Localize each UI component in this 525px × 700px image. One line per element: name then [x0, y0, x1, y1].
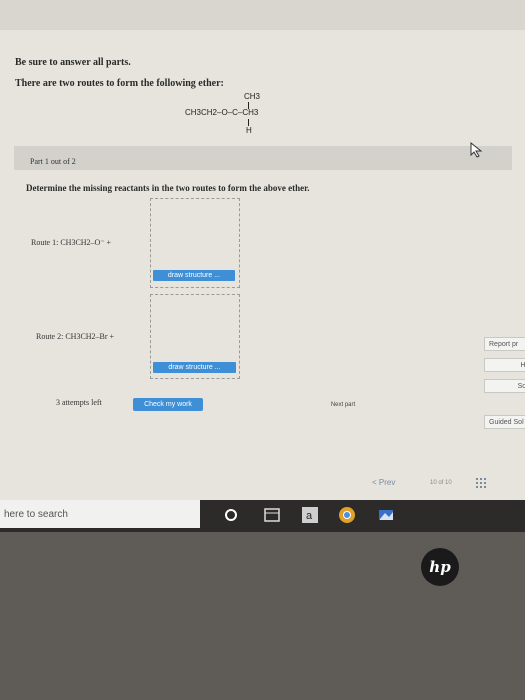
route2-draw-structure-button[interactable]: draw structure ...: [153, 362, 236, 373]
task-view-icon[interactable]: [263, 506, 281, 524]
page-count: 10 of 10: [430, 480, 452, 486]
check-my-work-button[interactable]: Check my work: [133, 398, 203, 411]
structure-main-chain: CH3CH2–O–C–CH3: [185, 108, 259, 117]
chrome-icon[interactable]: [338, 506, 356, 524]
mouse-cursor-icon: [470, 142, 483, 158]
header-bar: [0, 0, 525, 30]
solution-button[interactable]: Solutio: [484, 379, 525, 393]
question-text: Determine the missing reactants in the t…: [26, 183, 310, 193]
instruction-two-routes: There are two routes to form the followi…: [15, 78, 224, 89]
hp-logo: hp: [421, 548, 459, 586]
hint-button[interactable]: Hint: [484, 358, 525, 372]
amazon-icon[interactable]: a: [301, 506, 319, 524]
next-part-button[interactable]: Next part: [308, 399, 378, 411]
report-problem-button[interactable]: Report pr: [484, 337, 525, 351]
route2-label: Route 2: CH3CH2–Br +: [36, 332, 115, 341]
photos-icon[interactable]: [377, 506, 395, 524]
route1-label: Route 1: CH3CH2–O⁻ +: [31, 238, 112, 247]
grid-icon[interactable]: [476, 478, 486, 488]
cortana-icon[interactable]: [222, 506, 240, 524]
structure-bottom-group: H: [246, 126, 252, 135]
part-header: [14, 146, 512, 170]
structure-top-group: CH3: [244, 92, 261, 101]
taskbar-search-placeholder: here to search: [4, 509, 68, 520]
structure-bond-bottom: [248, 119, 249, 126]
browser-screen: Be sure to answer all parts. There are t…: [0, 0, 525, 500]
svg-text:a: a: [306, 510, 313, 522]
route1-draw-structure-button[interactable]: draw structure ...: [153, 270, 235, 281]
ether-structure: CH3 CH3CH2–O–C–CH3 H: [185, 92, 305, 142]
prev-button[interactable]: < Prev: [372, 478, 395, 487]
part-label: Part 1 out of 2: [30, 157, 76, 166]
guided-solution-button[interactable]: Guided Sol: [484, 415, 525, 429]
attempts-left: 3 attempts left: [56, 398, 102, 407]
instruction-answer-all: Be sure to answer all parts.: [15, 57, 131, 68]
